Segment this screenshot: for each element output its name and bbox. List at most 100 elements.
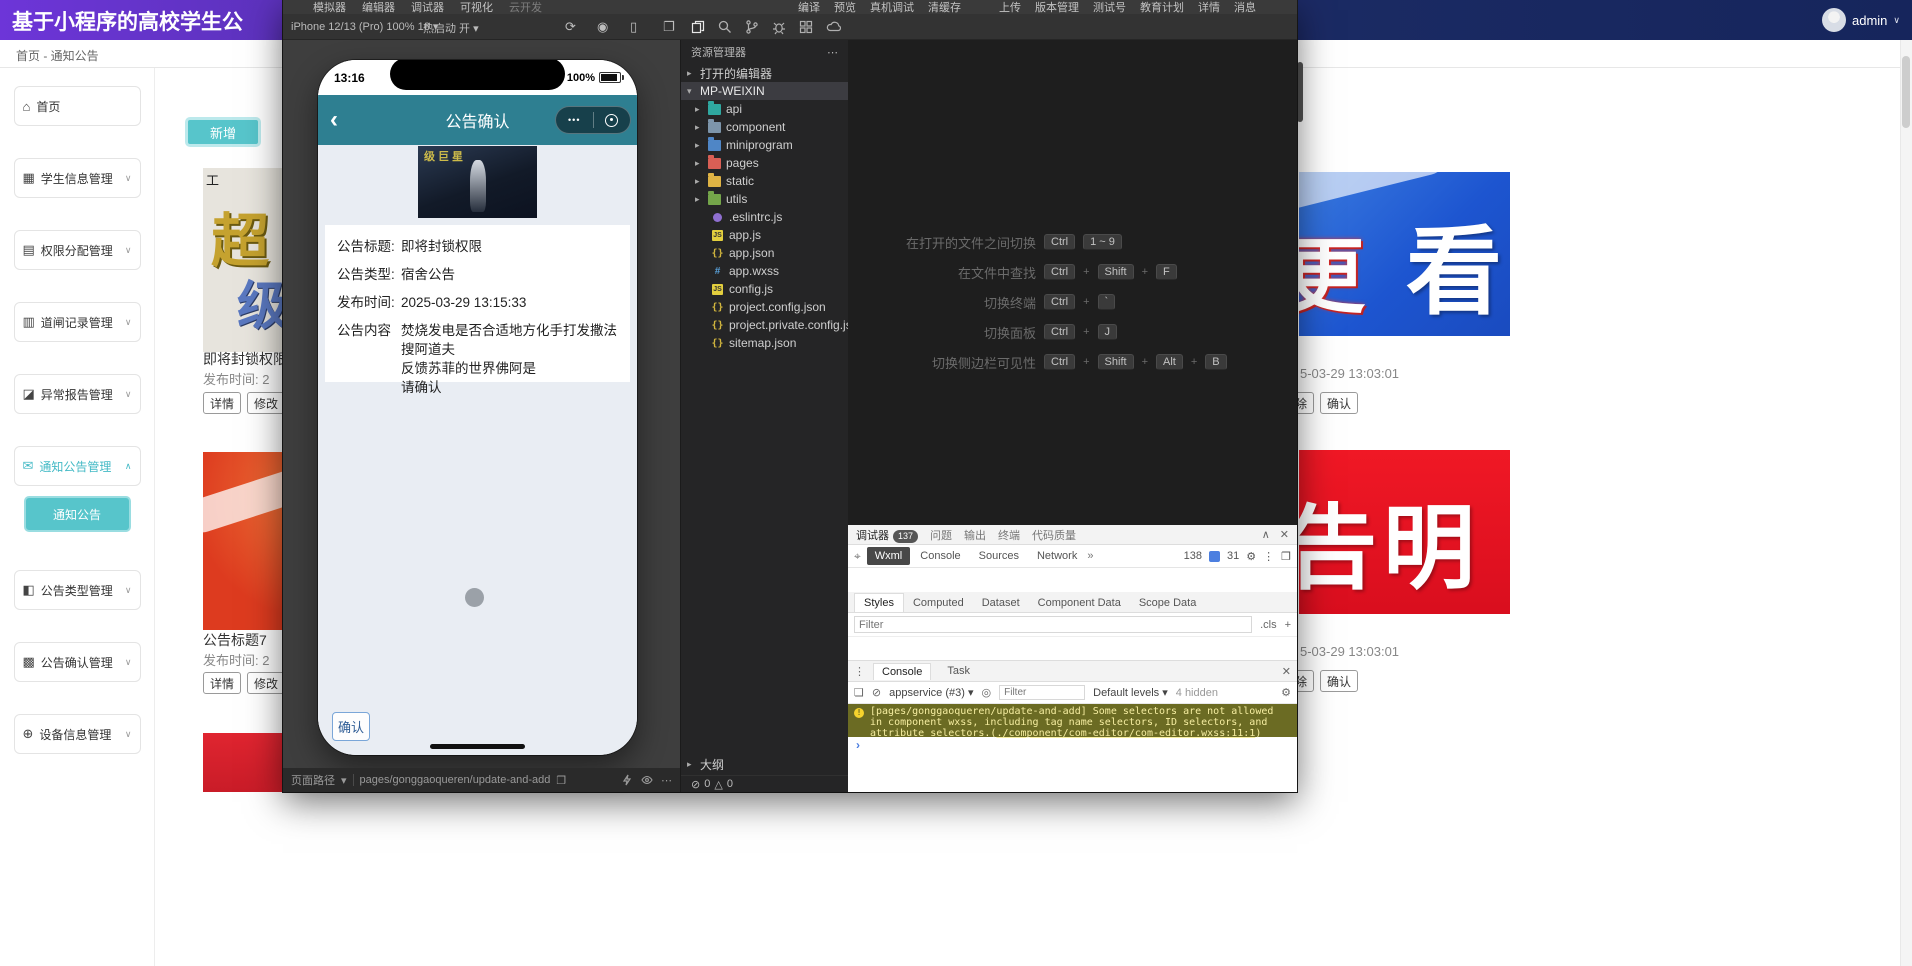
- cls-toggle[interactable]: .cls: [1260, 619, 1277, 631]
- tree-file-project-config[interactable]: {} project.config.json: [681, 298, 848, 316]
- tab-console-panel[interactable]: Console: [873, 663, 931, 680]
- tab-debugger[interactable]: 调试器137: [856, 527, 918, 543]
- tab-problems[interactable]: 问题: [930, 527, 952, 543]
- menu-clear-cache[interactable]: 清缓存: [928, 0, 961, 15]
- more-dots-icon[interactable]: •••: [556, 115, 593, 125]
- context-selector[interactable]: appservice (#3) ▾: [889, 686, 973, 699]
- search-icon[interactable]: [717, 19, 733, 35]
- copy-icon[interactable]: ❐: [556, 774, 566, 787]
- tree-file-app-json[interactable]: {} app.json: [681, 244, 848, 262]
- eye-icon[interactable]: ◎: [982, 686, 992, 699]
- debug-icon[interactable]: [771, 19, 787, 35]
- tab-terminal[interactable]: 终端: [998, 527, 1020, 543]
- menu-upload[interactable]: 上传: [999, 0, 1021, 15]
- sidebar-item-notice-types[interactable]: ◧ 公告类型管理 ∨: [14, 570, 141, 610]
- menu-version[interactable]: 版本管理: [1035, 0, 1079, 15]
- sidebar-item-students[interactable]: ▦ 学生信息管理 ∨: [14, 158, 141, 198]
- tree-file-app-wxss[interactable]: # app.wxss: [681, 262, 848, 280]
- console-prompt[interactable]: ›: [848, 737, 1297, 753]
- confirm-button[interactable]: 确认: [1320, 392, 1358, 414]
- warning-count[interactable]: 138: [1184, 550, 1202, 562]
- tree-folder-pages[interactable]: ▸ pages: [681, 154, 848, 172]
- menu-preview[interactable]: 预览: [834, 0, 856, 15]
- kebab-icon[interactable]: ⋮: [854, 665, 865, 678]
- sidebar-item-notice-confirm[interactable]: ▩ 公告确认管理 ∨: [14, 642, 141, 682]
- hot-reload-toggle[interactable]: 热启动 开 ▾: [423, 20, 479, 36]
- tab-network[interactable]: Network: [1029, 547, 1085, 565]
- tree-file-config-js[interactable]: JS config.js: [681, 280, 848, 298]
- more-tabs-icon[interactable]: »: [1087, 550, 1093, 562]
- tree-file-eslintrc[interactable]: .eslintrc.js: [681, 208, 848, 226]
- add-style-icon[interactable]: +: [1285, 619, 1291, 631]
- tree-root[interactable]: ▾ MP-WEIXIN: [681, 82, 848, 100]
- tree-folder-component[interactable]: ▸ component: [681, 118, 848, 136]
- grid-icon[interactable]: [798, 19, 814, 35]
- menu-simulator[interactable]: 模拟器: [313, 0, 346, 15]
- lightning-icon[interactable]: [621, 774, 633, 786]
- capsule-menu[interactable]: •••: [555, 106, 631, 134]
- menu-edu-plan[interactable]: 教育计划: [1140, 0, 1184, 15]
- menu-compile[interactable]: 编译: [798, 0, 820, 15]
- tab-code-quality[interactable]: 代码质量: [1032, 527, 1076, 543]
- console-filter-input[interactable]: [999, 685, 1085, 700]
- refresh-icon[interactable]: ⟳: [565, 19, 576, 35]
- user-menu[interactable]: admin ∨: [1822, 8, 1900, 32]
- eye-icon[interactable]: [641, 774, 653, 786]
- sidebar-item-gate-records[interactable]: ▥ 道闸记录管理 ∨: [14, 302, 141, 342]
- tab-wxml[interactable]: Wxml: [867, 547, 911, 565]
- more-icon[interactable]: ⋯: [661, 774, 672, 787]
- tab-console[interactable]: Console: [912, 547, 968, 565]
- dock-icon[interactable]: ❐: [1281, 550, 1291, 563]
- gear-icon[interactable]: ⚙: [1246, 550, 1256, 563]
- menu-remote-debug[interactable]: 真机调试: [870, 0, 914, 15]
- outline-row[interactable]: ▸ 大纲: [681, 755, 848, 773]
- device-selector[interactable]: iPhone 12/13 (Pro) 100% 16 ▾: [291, 20, 438, 33]
- page-path-label[interactable]: 页面路径: [291, 772, 335, 788]
- tree-folder-api[interactable]: ▸ api: [681, 100, 848, 118]
- kebab-icon[interactable]: ⋮: [1263, 550, 1274, 563]
- detail-button[interactable]: 详情: [203, 672, 241, 694]
- sidebar-item-abnormal-reports[interactable]: ◪ 异常报告管理 ∨: [14, 374, 141, 414]
- tab-dataset[interactable]: Dataset: [973, 594, 1029, 612]
- clear-console-icon[interactable]: ⊘: [872, 686, 881, 699]
- menu-cloud[interactable]: 云开发: [509, 0, 542, 15]
- tree-folder-utils[interactable]: ▸ utils: [681, 190, 848, 208]
- tab-task[interactable]: Task: [939, 663, 978, 679]
- errors-icon[interactable]: ⊘: [691, 778, 700, 791]
- sidebar-item-home[interactable]: ⌂ 首页: [14, 86, 141, 126]
- gear-icon[interactable]: ⚙: [1281, 686, 1291, 699]
- close-icon[interactable]: ✕: [1280, 528, 1289, 541]
- open-editors-row[interactable]: ▸ 打开的编辑器: [681, 64, 848, 82]
- collapse-icon[interactable]: ∧: [1262, 528, 1270, 541]
- page-scrollbar-thumb[interactable]: [1902, 56, 1910, 128]
- tab-sources[interactable]: Sources: [971, 547, 1027, 565]
- sidebar-item-devices[interactable]: ⊕ 设备信息管理 ∨: [14, 714, 141, 754]
- confirm-button[interactable]: 确认: [1320, 670, 1358, 692]
- files-icon[interactable]: [690, 19, 706, 35]
- multi-device-icon[interactable]: ❐: [663, 19, 675, 35]
- detail-button[interactable]: 详情: [203, 392, 241, 414]
- tree-file-app-js[interactable]: JS app.js: [681, 226, 848, 244]
- frames-icon[interactable]: ❏: [854, 686, 864, 699]
- close-icon[interactable]: ✕: [1282, 665, 1291, 678]
- tree-file-project-private-config[interactable]: {} project.private.config.js...: [681, 316, 848, 334]
- inspect-icon[interactable]: ⌖: [854, 549, 861, 564]
- sidebar-subitem-notice-list[interactable]: 通知公告: [24, 496, 131, 532]
- add-button[interactable]: 新增: [185, 117, 261, 147]
- phone-icon[interactable]: ▯: [630, 19, 637, 35]
- menu-test-account[interactable]: 测试号: [1093, 0, 1126, 15]
- edit-button[interactable]: 修改: [247, 672, 285, 694]
- tab-component-data[interactable]: Component Data: [1029, 594, 1130, 612]
- warnings-icon[interactable]: △: [714, 778, 722, 791]
- record-icon[interactable]: ◉: [597, 19, 608, 35]
- sidebar-item-permissions[interactable]: ▤ 权限分配管理 ∨: [14, 230, 141, 270]
- tab-computed[interactable]: Computed: [904, 594, 973, 612]
- sidebar-item-notices[interactable]: ✉ 通知公告管理 ∧: [14, 446, 141, 486]
- tree-file-sitemap[interactable]: {} sitemap.json: [681, 334, 848, 352]
- git-branch-icon[interactable]: [744, 19, 760, 35]
- menu-details[interactable]: 详情: [1198, 0, 1220, 15]
- tab-output[interactable]: 输出: [964, 527, 986, 543]
- cloud-icon[interactable]: [826, 19, 842, 35]
- tree-folder-miniprogram[interactable]: ▸ miniprogram: [681, 136, 848, 154]
- edit-button[interactable]: 修改: [247, 392, 285, 414]
